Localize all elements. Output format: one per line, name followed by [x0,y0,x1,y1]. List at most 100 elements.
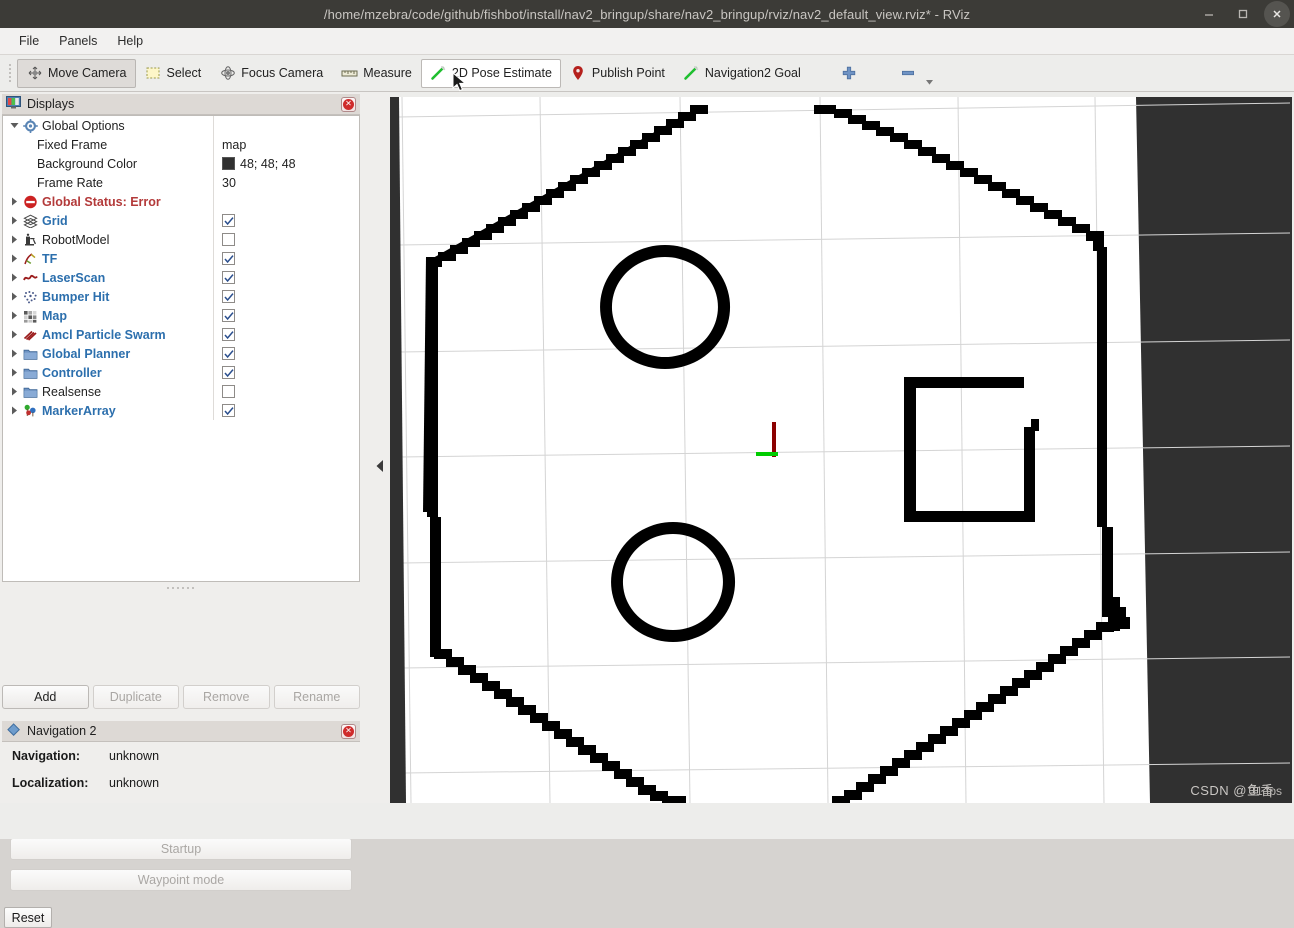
display-row-value-cell[interactable] [213,401,359,420]
waypoint-mode-button[interactable]: Waypoint mode [10,869,352,891]
display-row-realsense[interactable]: Realsense [3,382,359,401]
menu-panels[interactable]: Panels [50,31,106,51]
panel-splitter[interactable] [370,92,390,839]
display-row-background-color[interactable]: Background Color48; 48; 48 [3,154,359,173]
menu-help[interactable]: Help [108,31,152,51]
display-row-frame-rate[interactable]: Frame Rate30 [3,173,359,192]
tool-publish-point[interactable]: Publish Point [561,59,674,88]
tool-remove[interactable] [891,59,926,88]
display-row-bumper-hit[interactable]: Bumper Hit [3,287,359,306]
tool-2d-pose-estimate[interactable]: 2D Pose Estimate [421,59,561,88]
display-row-value-cell[interactable] [213,306,359,325]
chevron-right-icon[interactable] [7,287,21,306]
display-row-value-cell[interactable] [213,325,359,344]
toolbar-grip[interactable] [6,61,14,86]
maximize-icon[interactable] [1230,1,1256,27]
display-row-markerarray[interactable]: MarkerArray [3,401,359,420]
displays-action-buttons: Add Duplicate Remove Rename [2,685,360,709]
render-view-3d[interactable]: CSDN @鱼香 31 fps [390,97,1292,803]
display-row-value: 30 [222,176,236,190]
close-nav2-panel-icon[interactable]: ✕ [341,724,356,739]
display-row-fixed-frame[interactable]: Fixed Framemap [3,135,359,154]
display-row-value-cell[interactable] [213,363,359,382]
display-enable-checkbox[interactable] [222,290,235,303]
display-row-value-cell[interactable] [213,344,359,363]
display-row-robotmodel[interactable]: RobotModel [3,230,359,249]
display-row-global-planner[interactable]: Global Planner [3,344,359,363]
display-row-value-cell[interactable] [213,268,359,287]
display-row-value-cell[interactable] [213,249,359,268]
displays-panel: Displays ✕ Global OptionsFixed FramemapB… [2,94,360,582]
chevron-right-icon[interactable] [7,192,21,211]
display-enable-checkbox[interactable] [222,347,235,360]
folder-icon [21,383,39,400]
reset-button[interactable]: Reset [4,907,52,928]
displays-tree[interactable]: Global OptionsFixed FramemapBackground C… [2,115,360,582]
display-row-amcl-particle-swarm[interactable]: Amcl Particle Swarm [3,325,359,344]
tool-add[interactable] [832,59,867,88]
display-enable-checkbox[interactable] [222,328,235,341]
display-row-global-status-error[interactable]: Global Status: Error [3,192,359,211]
navigation-status-value: unknown [109,749,159,763]
chevron-right-icon[interactable] [7,401,21,420]
displays-resize-grip[interactable] [150,584,210,591]
gear-icon [21,117,39,134]
toolbar-overflow-chevron-down-icon[interactable] [926,59,934,88]
chevron-down-icon[interactable] [7,116,21,135]
display-row-value-cell[interactable] [213,287,359,306]
display-row-value-cell[interactable] [213,192,359,211]
display-row-value-cell[interactable] [213,116,359,135]
remove-button[interactable]: Remove [183,685,270,709]
displays-icon [6,96,21,112]
display-row-grid[interactable]: Grid [3,211,359,230]
display-enable-checkbox[interactable] [222,404,235,417]
display-row-map[interactable]: Map [3,306,359,325]
chevron-right-icon[interactable] [7,325,21,344]
display-row-value-cell[interactable] [213,230,359,249]
display-enable-checkbox[interactable] [222,366,235,379]
display-row-controller[interactable]: Controller [3,363,359,382]
duplicate-button[interactable]: Duplicate [93,685,180,709]
localization-status-value: unknown [109,776,159,790]
display-row-label: Global Status: Error [42,195,161,209]
chevron-right-icon[interactable] [7,230,21,249]
display-enable-checkbox[interactable] [222,271,235,284]
display-row-laserscan[interactable]: LaserScan [3,268,359,287]
tool-measure[interactable]: Measure [332,59,421,88]
bumper-icon [21,288,39,305]
chevron-right-icon[interactable] [7,268,21,287]
display-row-value-cell[interactable]: 48; 48; 48 [213,154,359,173]
chevron-right-icon[interactable] [7,363,21,382]
tool-navigation2-goal[interactable]: Navigation2 Goal [674,59,810,88]
close-panel-icon[interactable]: ✕ [341,97,356,112]
add-button-label: Add [34,690,56,704]
display-enable-checkbox[interactable] [222,214,235,227]
chevron-right-icon[interactable] [7,249,21,268]
chevron-right-icon[interactable] [7,211,21,230]
display-row-value-cell[interactable]: map [213,135,359,154]
menu-file-label: File [19,34,39,48]
tool-select[interactable]: Select [136,59,211,88]
minimize-icon[interactable] [1196,1,1222,27]
display-enable-checkbox[interactable] [222,233,235,246]
rename-button[interactable]: Rename [274,685,361,709]
tool-focus-camera-label: Focus Camera [241,66,323,80]
display-row-tf[interactable]: TF [3,249,359,268]
menu-file[interactable]: File [10,31,48,51]
chevron-right-icon[interactable] [7,344,21,363]
display-row-value-cell[interactable] [213,382,359,401]
chevron-right-icon[interactable] [7,382,21,401]
tool-move-camera[interactable]: Move Camera [17,59,136,88]
display-row-value-cell[interactable]: 30 [213,173,359,192]
display-enable-checkbox[interactable] [222,385,235,398]
add-button[interactable]: Add [2,685,89,709]
display-row-value-cell[interactable] [213,211,359,230]
tool-focus-camera[interactable]: Focus Camera [210,59,332,88]
display-enable-checkbox[interactable] [222,309,235,322]
display-row-global-options[interactable]: Global Options [3,116,359,135]
startup-button[interactable]: Startup [10,838,352,860]
display-enable-checkbox[interactable] [222,252,235,265]
collapse-left-icon[interactable] [375,446,385,486]
close-icon[interactable] [1264,1,1290,27]
chevron-right-icon[interactable] [7,306,21,325]
